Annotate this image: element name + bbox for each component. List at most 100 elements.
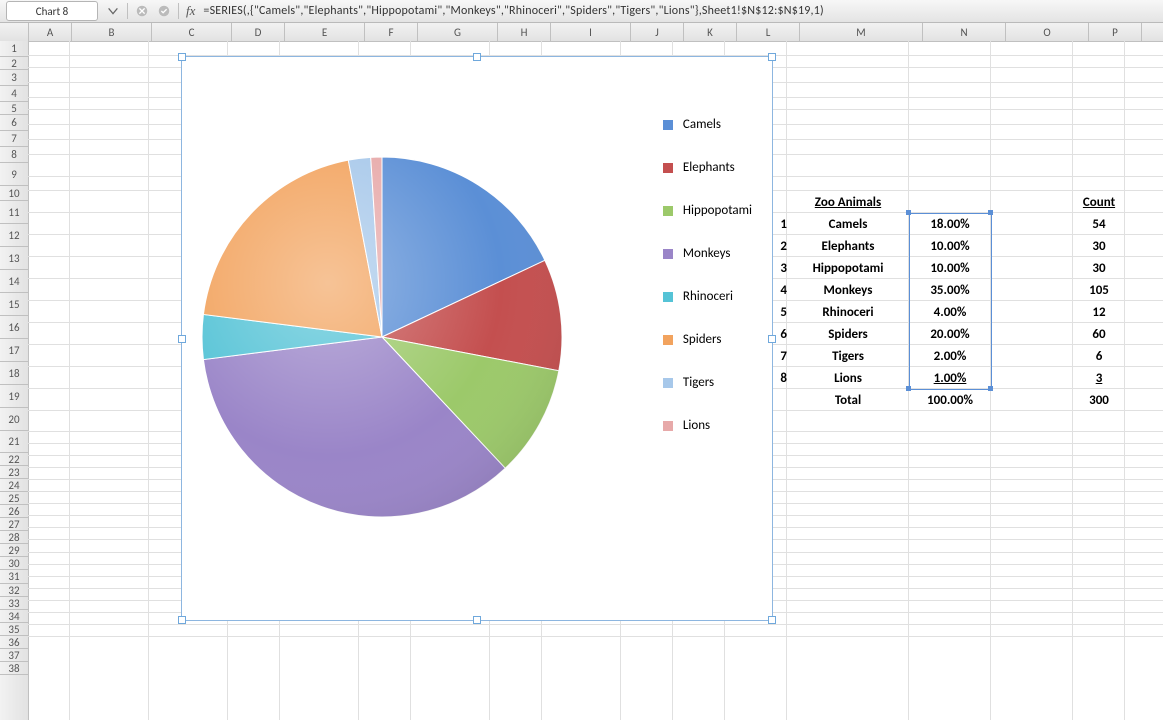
spreadsheet-grid[interactable]: ABCDEFGHIJKLMNOP 12345678910111213141516… [0,23,1163,720]
row-header-34[interactable]: 34 [0,610,28,623]
col-header-H[interactable]: H [498,23,551,41]
header-count[interactable]: Count [1073,191,1125,213]
row-header-33[interactable]: 33 [0,597,28,610]
animal-count-camels[interactable]: 54 [1073,213,1125,235]
animal-name-spiders[interactable]: Spiders [787,323,909,345]
row-header-24[interactable]: 24 [0,479,28,492]
row-header-17[interactable]: 17 [0,339,28,362]
animal-name-tigers[interactable]: Tigers [787,345,909,367]
row-header-12[interactable]: 12 [0,224,28,247]
select-all-corner[interactable] [0,23,29,41]
col-header-P[interactable]: P [1089,23,1142,41]
col-header-O[interactable]: O [1006,23,1089,41]
animal-count-spiders[interactable]: 60 [1073,323,1125,345]
total-label[interactable]: Total [787,389,909,411]
row-num-1[interactable]: 1 [725,213,793,235]
row-header-19[interactable]: 19 [0,385,28,408]
row-num-7[interactable]: 7 [725,345,793,367]
col-header-I[interactable]: I [551,23,631,41]
row-num-4[interactable]: 4 [725,279,793,301]
row-header-28[interactable]: 28 [0,531,28,544]
row-header-3[interactable]: 3 [0,70,28,86]
animal-count-hippopotami[interactable]: 30 [1073,257,1125,279]
row-header-23[interactable]: 23 [0,466,28,479]
animal-count-lions[interactable]: 3 [1073,367,1125,389]
row-header-31[interactable]: 31 [0,570,28,584]
row-header-7[interactable]: 7 [0,131,28,147]
row-header-6[interactable]: 6 [0,115,28,131]
animal-count-elephants[interactable]: 30 [1073,235,1125,257]
animal-name-elephants[interactable]: Elephants [787,235,909,257]
animal-name-rhinoceri[interactable]: Rhinoceri [787,301,909,323]
row-header-16[interactable]: 16 [0,316,28,339]
row-num-2[interactable]: 2 [725,235,793,257]
animal-pct-hippopotami[interactable]: 10.00% [909,257,991,279]
row-header-2[interactable]: 2 [0,57,28,70]
row-header-1[interactable]: 1 [0,41,28,57]
animal-pct-rhinoceri[interactable]: 4.00% [909,301,991,323]
row-header-32[interactable]: 32 [0,584,28,597]
animal-pct-lions[interactable]: 1.00% [909,367,991,389]
row-header-14[interactable]: 14 [0,270,28,293]
animal-name-camels[interactable]: Camels [787,213,909,235]
row-header-9[interactable]: 9 [0,163,28,186]
col-header-E[interactable]: E [285,23,365,41]
col-header-C[interactable]: C [152,23,232,41]
col-header-N[interactable]: N [923,23,1006,41]
row-num-3[interactable]: 3 [725,257,793,279]
row-header-11[interactable]: 11 [0,201,28,224]
total-pct[interactable]: 100.00% [909,389,991,411]
total-count[interactable]: 300 [1073,389,1125,411]
row-num-8[interactable]: 8 [725,367,793,389]
header-zoo-animals[interactable]: Zoo Animals [787,191,909,213]
row-header-20[interactable]: 20 [0,408,28,431]
row-header-30[interactable]: 30 [0,557,28,570]
animal-name-lions[interactable]: Lions [787,367,909,389]
pie-chart-object[interactable]: CamelsElephantsHippopotamiMonkeysRhinoce… [181,56,773,621]
legend-item-elephants[interactable]: Elephants [663,160,752,175]
col-header-L[interactable]: L [737,23,800,41]
name-box[interactable]: Chart 8 [6,1,98,21]
fx-icon[interactable]: fx [186,3,195,19]
row-header-18[interactable]: 18 [0,362,28,385]
row-header-38[interactable]: 38 [0,662,28,675]
legend-item-camels[interactable]: Camels [663,117,752,132]
animal-pct-camels[interactable]: 18.00% [909,213,991,235]
col-header-F[interactable]: F [365,23,418,41]
animal-pct-monkeys[interactable]: 35.00% [909,279,991,301]
animal-name-hippopotami[interactable]: Hippopotami [787,257,909,279]
row-header-37[interactable]: 37 [0,649,28,662]
row-header-5[interactable]: 5 [0,102,28,115]
animal-pct-spiders[interactable]: 20.00% [909,323,991,345]
row-header-26[interactable]: 26 [0,505,28,518]
cancel-icon[interactable] [133,2,151,20]
col-header-M[interactable]: M [800,23,923,41]
col-header-J[interactable]: J [631,23,684,41]
row-header-4[interactable]: 4 [0,86,28,102]
namebox-dropdown-icon[interactable] [104,2,122,20]
col-header-B[interactable]: B [72,23,152,41]
col-header-K[interactable]: K [684,23,737,41]
col-header-G[interactable]: G [418,23,498,41]
animal-pct-tigers[interactable]: 2.00% [909,345,991,367]
legend-item-lions[interactable]: Lions [663,418,752,433]
row-header-35[interactable]: 35 [0,623,28,636]
row-header-25[interactable]: 25 [0,492,28,505]
row-header-22[interactable]: 22 [0,453,28,466]
confirm-icon[interactable] [155,2,173,20]
row-header-21[interactable]: 21 [0,431,28,453]
animal-pct-elephants[interactable]: 10.00% [909,235,991,257]
row-header-13[interactable]: 13 [0,247,28,270]
col-header-D[interactable]: D [232,23,285,41]
row-header-29[interactable]: 29 [0,544,28,557]
animal-count-tigers[interactable]: 6 [1073,345,1125,367]
animal-count-monkeys[interactable]: 105 [1073,279,1125,301]
animal-name-monkeys[interactable]: Monkeys [787,279,909,301]
row-header-36[interactable]: 36 [0,636,28,649]
row-num-5[interactable]: 5 [725,301,793,323]
row-header-8[interactable]: 8 [0,147,28,163]
animal-count-rhinoceri[interactable]: 12 [1073,301,1125,323]
row-num-6[interactable]: 6 [725,323,793,345]
row-header-10[interactable]: 10 [0,186,28,201]
col-header-A[interactable]: A [29,23,72,41]
